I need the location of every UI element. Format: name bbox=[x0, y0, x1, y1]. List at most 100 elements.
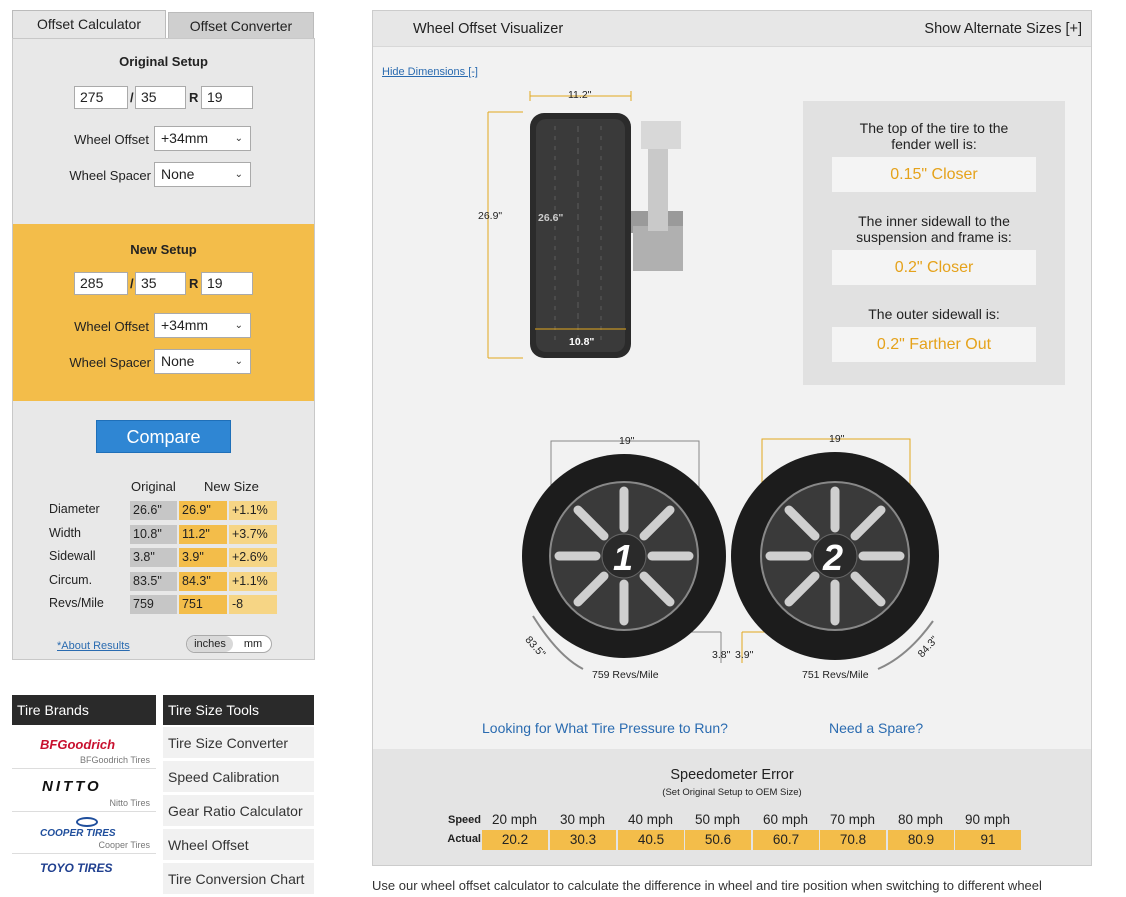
speed-50: 50 mph bbox=[694, 812, 741, 827]
actual-20: 20.2 bbox=[482, 830, 548, 850]
circum-new: 84.3" bbox=[179, 572, 227, 591]
new-offset-label: Wheel Offset bbox=[74, 319, 149, 334]
row-label-sidewall: Sidewall bbox=[49, 549, 96, 563]
results-col-original: Original bbox=[131, 479, 176, 494]
wheel-1-sidewall: 3.8" bbox=[712, 649, 731, 661]
wheel-2-revs: 751 Revs/Mile bbox=[802, 669, 869, 681]
original-offset-value: +34mm bbox=[161, 130, 209, 146]
suspension-answer: 0.2" Closer bbox=[832, 250, 1036, 285]
sidewall-original: 3.8" bbox=[130, 548, 177, 567]
actual-40: 40.5 bbox=[618, 830, 684, 850]
tire-side-view bbox=[487, 91, 683, 359]
tool-tire-conversion-chart[interactable]: Tire Conversion Chart bbox=[163, 863, 314, 895]
brand-caption: Cooper Tires bbox=[98, 840, 150, 850]
chevron-down-icon: ⌄ bbox=[234, 133, 243, 144]
revs-original: 759 bbox=[130, 595, 177, 614]
new-setup-title: New Setup bbox=[130, 242, 197, 257]
speed-20: 20 mph bbox=[491, 812, 538, 827]
circum-diff: +1.1% bbox=[229, 572, 277, 591]
toyo-logo: TOYO TIRES bbox=[40, 861, 113, 875]
outer-sidewall-question: The outer sidewall is: bbox=[868, 306, 1000, 322]
brand-cooper[interactable]: COOPER TIRES Cooper Tires bbox=[12, 812, 156, 854]
speed-70: 70 mph bbox=[829, 812, 876, 827]
speed-80: 80 mph bbox=[897, 812, 944, 827]
brand-caption: Nitto Tires bbox=[109, 798, 150, 808]
actual-70: 70.8 bbox=[820, 830, 886, 850]
wheel-offset-visualizer: Wheel Offset Visualizer Show Alternate S… bbox=[372, 10, 1092, 866]
wheel-1-number: 1 bbox=[613, 537, 634, 578]
actual-90: 91 bbox=[955, 830, 1021, 850]
unit-mm[interactable]: mm bbox=[235, 636, 271, 652]
unit-toggle[interactable]: inches mm bbox=[186, 635, 272, 653]
new-spacer-value: None bbox=[161, 353, 195, 369]
brand-bfgoodrich[interactable]: BFGoodrich BFGoodrich Tires bbox=[12, 727, 156, 769]
tool-tire-size-converter[interactable]: Tire Size Converter bbox=[163, 727, 314, 759]
speed-60: 60 mph bbox=[762, 812, 809, 827]
tab-offset-converter[interactable]: Offset Converter bbox=[168, 12, 314, 40]
about-results-link[interactable]: *About Results bbox=[57, 640, 130, 652]
cooper-logo: COOPER TIRES bbox=[40, 828, 116, 839]
wheel-2-number: 2 bbox=[823, 537, 844, 578]
diameter-diff: +1.1% bbox=[229, 501, 277, 520]
wheel-2-rim-dim: 19" bbox=[829, 433, 845, 445]
revs-diff: -8 bbox=[229, 595, 277, 614]
bfgoodrich-logo: BFGoodrich bbox=[40, 737, 116, 752]
brand-toyo[interactable]: TOYO TIRES bbox=[12, 855, 156, 897]
width-diff: +3.7% bbox=[229, 525, 277, 544]
speed-40: 40 mph bbox=[627, 812, 674, 827]
slash-separator: / bbox=[130, 276, 134, 291]
chevron-down-icon: ⌄ bbox=[234, 169, 243, 180]
compare-button[interactable]: Compare bbox=[96, 420, 231, 453]
actual-30: 30.3 bbox=[550, 830, 616, 850]
original-ratio-input[interactable]: 35 bbox=[135, 86, 186, 109]
show-alternate-sizes-toggle[interactable]: Show Alternate Sizes [+] bbox=[924, 21, 1082, 37]
speedometer-subtitle: (Set Original Setup to OEM Size) bbox=[662, 787, 802, 798]
new-height-dim: 26.9" bbox=[478, 210, 503, 222]
speed-row-label: Speed bbox=[447, 814, 481, 826]
wheel-comparison bbox=[522, 438, 939, 670]
visualizer-header: Wheel Offset Visualizer Show Alternate S… bbox=[373, 11, 1091, 47]
original-offset-label: Wheel Offset bbox=[74, 132, 149, 147]
cooper-emblem-icon bbox=[76, 817, 98, 827]
original-width-input[interactable]: 275 bbox=[74, 86, 128, 109]
tool-speed-calibration[interactable]: Speed Calibration bbox=[163, 761, 314, 793]
tool-wheel-offset-calculator[interactable]: Wheel Offset Calculator bbox=[163, 829, 314, 885]
fender-answer: 0.15" Closer bbox=[832, 157, 1036, 192]
need-a-spare-link[interactable]: Need a Spare? bbox=[829, 720, 923, 736]
original-rim-input[interactable]: 19 bbox=[201, 86, 253, 109]
row-label-diameter: Diameter bbox=[49, 502, 100, 516]
outer-sidewall-answer: 0.2" Farther Out bbox=[832, 327, 1036, 362]
original-spacer-value: None bbox=[161, 166, 195, 182]
new-spacer-select[interactable]: None ⌄ bbox=[154, 349, 251, 374]
nitto-logo: NITTO bbox=[42, 778, 102, 795]
chevron-down-icon: ⌄ bbox=[234, 320, 243, 331]
original-spacer-select[interactable]: None ⌄ bbox=[154, 162, 251, 187]
tab-offset-calculator[interactable]: Offset Calculator bbox=[12, 10, 166, 40]
rim-separator: R bbox=[189, 90, 199, 105]
speed-90: 90 mph bbox=[964, 812, 1011, 827]
new-rim-input[interactable]: 19 bbox=[201, 272, 253, 295]
original-offset-select[interactable]: +34mm ⌄ bbox=[154, 126, 251, 151]
brand-nitto[interactable]: NITTO Nitto Tires bbox=[12, 770, 156, 812]
new-width-input[interactable]: 285 bbox=[74, 272, 128, 295]
original-setup-title: Original Setup bbox=[119, 54, 208, 69]
row-label-revs: Revs/Mile bbox=[49, 596, 104, 610]
wheel-2-sidewall: 3.9" bbox=[735, 649, 754, 661]
orig-width-dim: 10.8" bbox=[569, 336, 595, 348]
unit-inches[interactable]: inches bbox=[187, 636, 233, 652]
actual-80: 80.9 bbox=[888, 830, 954, 850]
speedometer-error-section: Speedometer Error (Set Original Setup to… bbox=[373, 749, 1091, 865]
new-ratio-input[interactable]: 35 bbox=[135, 272, 186, 295]
rim-separator: R bbox=[189, 276, 199, 291]
slash-separator: / bbox=[130, 90, 134, 105]
tool-gear-ratio-calculator[interactable]: Gear Ratio Calculator bbox=[163, 795, 314, 827]
fitment-results-box: The top of the tire to the fender well i… bbox=[803, 101, 1065, 385]
original-spacer-label: Wheel Spacer bbox=[69, 168, 151, 183]
row-label-width: Width bbox=[49, 526, 81, 540]
new-offset-select[interactable]: +34mm ⌄ bbox=[154, 313, 251, 338]
tire-size-tools-header: Tire Size Tools bbox=[163, 695, 314, 725]
suspension-question: The inner sidewall to the suspension and… bbox=[856, 213, 1012, 245]
hide-dimensions-link[interactable]: Hide Dimensions [-] bbox=[382, 66, 478, 78]
chevron-down-icon: ⌄ bbox=[234, 356, 243, 367]
tire-pressure-link[interactable]: Looking for What Tire Pressure to Run? bbox=[482, 720, 728, 736]
